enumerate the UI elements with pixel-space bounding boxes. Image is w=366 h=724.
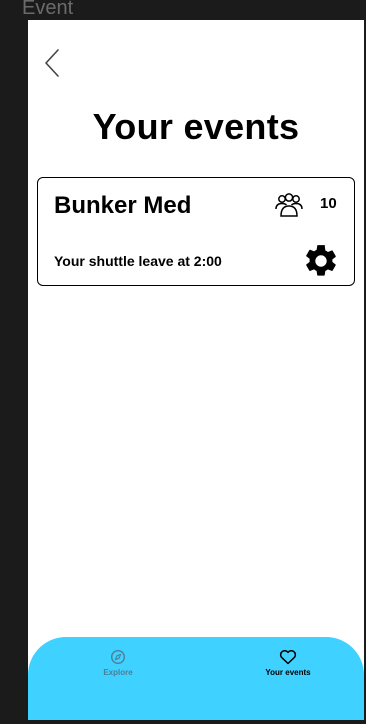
window-title: Event <box>22 0 74 19</box>
event-card[interactable]: Bunker Med 10 Your shuttle leave at 2:00 <box>37 177 355 286</box>
tab-explore[interactable]: Explore <box>68 649 168 699</box>
people-icon <box>275 193 303 217</box>
shuttle-info: Your shuttle leave at 2:00 <box>54 253 222 269</box>
back-button[interactable] <box>40 46 68 80</box>
gear-icon[interactable] <box>302 242 340 280</box>
app-screen: Your events Bunker Med 10 Your shuttle l… <box>28 20 364 720</box>
attendee-count: 10 <box>320 195 337 212</box>
heart-icon <box>279 650 297 665</box>
tab-label-explore: Explore <box>103 668 133 677</box>
tab-your-events[interactable]: Your events <box>238 649 338 699</box>
chevron-left-icon <box>45 49 59 77</box>
tab-label-your-events: Your events <box>265 668 311 677</box>
event-name: Bunker Med <box>54 192 192 219</box>
page-title: Your events <box>92 106 300 147</box>
compass-icon <box>110 649 126 665</box>
bottom-tab-bar: Explore Your events <box>28 637 364 720</box>
